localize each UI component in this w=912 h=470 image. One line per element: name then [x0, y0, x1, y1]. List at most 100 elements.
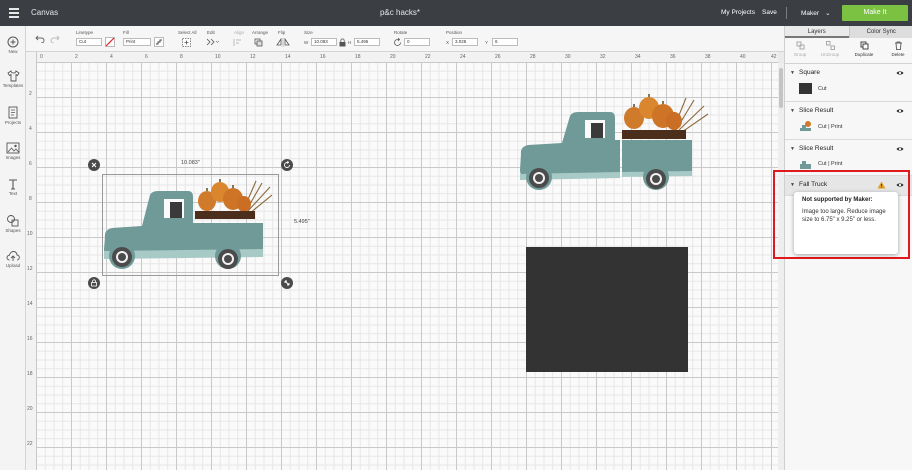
ungroup-icon	[825, 41, 835, 50]
width-value: 10.083	[314, 39, 328, 44]
layer-item-square[interactable]: ▼ Square Cut	[785, 64, 912, 102]
layer-name: Square	[799, 69, 820, 76]
print-pattern-swatch[interactable]	[154, 37, 164, 47]
chevron-down-icon: ⌄	[825, 10, 831, 17]
square-shape[interactable]	[526, 247, 688, 372]
eye-icon[interactable]	[896, 146, 904, 152]
save-button[interactable]: Save	[762, 9, 777, 16]
ruler-mark: 32	[600, 54, 606, 60]
group-button[interactable]: Group	[785, 41, 815, 57]
flip-icon[interactable]	[276, 38, 290, 47]
height-prefix: H	[348, 40, 352, 45]
tab-layers[interactable]: Layers	[785, 26, 849, 38]
ungroup-button[interactable]: UnGroup	[815, 41, 845, 57]
select-all-icon[interactable]	[182, 38, 191, 47]
image-icon	[6, 142, 20, 154]
ruler-mark: 0	[40, 54, 43, 60]
ruler-mark: 14	[27, 301, 33, 307]
eye-icon[interactable]	[896, 70, 904, 76]
ruler-mark: 24	[460, 54, 466, 60]
x-position-value: 3.028	[455, 39, 467, 44]
ruler-mark: 8	[180, 54, 183, 60]
selection-width-label: 10.083"	[181, 160, 200, 166]
expand-arrow-icon[interactable]: ▼	[790, 146, 795, 152]
lock-icon[interactable]	[339, 38, 346, 47]
select-all-label: Select All	[178, 30, 197, 35]
align-label: Align	[234, 30, 245, 35]
arrange-icon[interactable]	[254, 38, 267, 47]
layer-operation: Cut	[818, 86, 827, 92]
edit-label: Edit	[207, 30, 215, 35]
y-prefix: Y	[485, 40, 489, 45]
fall-truck-image[interactable]	[100, 173, 272, 275]
ruler-mark: 26	[495, 54, 501, 60]
rotate-input[interactable]: 0	[404, 38, 430, 46]
ruler-mark: 30	[565, 54, 571, 60]
delete-handle[interactable]	[88, 159, 100, 171]
ruler-mark: 6	[29, 161, 32, 167]
fill-label: Fill	[123, 30, 129, 35]
layer-operation: Cut | Print	[818, 161, 843, 167]
close-icon	[91, 162, 97, 168]
project-name: p&c hacks*	[379, 8, 421, 17]
tooltip-body: Image too large. Reduce image size to 6.…	[802, 209, 886, 223]
width-prefix: W	[304, 40, 309, 45]
redo-icon[interactable]	[50, 35, 60, 43]
scrollbar-thumb[interactable]	[779, 68, 783, 108]
lock-handle[interactable]	[88, 277, 100, 289]
duplicate-button[interactable]: Duplicate	[849, 41, 879, 57]
layer-item-slice-result[interactable]: ▼ Slice Result Cut | Print	[785, 102, 912, 140]
shapes-tool[interactable]: Shapes	[0, 214, 26, 233]
selection-height-label: 5.495"	[294, 219, 310, 225]
linetype-color-swatch[interactable]	[105, 37, 115, 47]
y-position-value: 6	[495, 39, 498, 44]
ruler-mark: 16	[320, 54, 326, 60]
group-label: Group	[793, 52, 807, 57]
tab-color-sync[interactable]: Color Sync	[848, 26, 912, 38]
layer-name: Slice Result	[799, 107, 834, 114]
text-tool[interactable]: Text	[0, 178, 26, 196]
projects-tool[interactable]: Projects	[0, 106, 26, 125]
group-icon	[796, 41, 804, 50]
y-position-input[interactable]: 6	[492, 38, 518, 46]
ruler-mark: 18	[27, 371, 33, 377]
x-position-input[interactable]: 3.028	[452, 38, 478, 46]
ruler-mark: 12	[27, 266, 33, 272]
duplicate-label: Duplicate	[854, 52, 874, 57]
ruler-mark: 40	[740, 54, 746, 60]
images-tool[interactable]: Images	[0, 142, 26, 160]
resize-handle[interactable]	[281, 277, 293, 289]
width-input[interactable]: 10.083	[311, 38, 337, 46]
slice-result-truck-image[interactable]	[516, 92, 712, 194]
undo-icon[interactable]	[35, 35, 45, 43]
expand-arrow-icon[interactable]: ▼	[790, 108, 795, 114]
ungroup-label: UnGroup	[820, 52, 840, 57]
linetype-select[interactable]: Cut	[76, 38, 102, 46]
ruler-mark: 20	[27, 406, 33, 412]
height-input[interactable]: 5.495	[354, 38, 380, 46]
layer-actions: Group UnGroup Duplicate Delete	[785, 38, 912, 64]
ruler-mark: 14	[285, 54, 291, 60]
ruler-mark: 36	[670, 54, 676, 60]
eye-icon[interactable]	[896, 108, 904, 114]
templates-tool[interactable]: Templates	[0, 70, 26, 88]
warning-tooltip: Not supported by Maker: Image too large.…	[794, 192, 898, 254]
machine-select[interactable]: Maker ⌄	[801, 9, 831, 17]
tshirt-icon	[6, 70, 20, 82]
my-projects-button[interactable]: My Projects	[721, 9, 755, 16]
edit-icon[interactable]	[206, 38, 219, 47]
fill-select[interactable]: Print	[123, 38, 151, 46]
rotate-icon	[394, 38, 401, 46]
make-it-button[interactable]: Make It	[842, 5, 908, 21]
tooltip-title: Not supported by Maker:	[802, 197, 873, 203]
ruler-mark: 38	[705, 54, 711, 60]
rotate-handle[interactable]	[281, 159, 293, 171]
align-icon[interactable]	[233, 38, 245, 47]
new-tool[interactable]: New	[0, 36, 26, 54]
expand-arrow-icon[interactable]: ▼	[790, 70, 795, 76]
upload-tool[interactable]: Upload	[0, 250, 26, 268]
linetype-label: Linetype	[76, 30, 94, 35]
delete-button[interactable]: Delete	[883, 41, 912, 57]
ruler-mark: 12	[250, 54, 256, 60]
shapes-icon	[7, 215, 19, 227]
